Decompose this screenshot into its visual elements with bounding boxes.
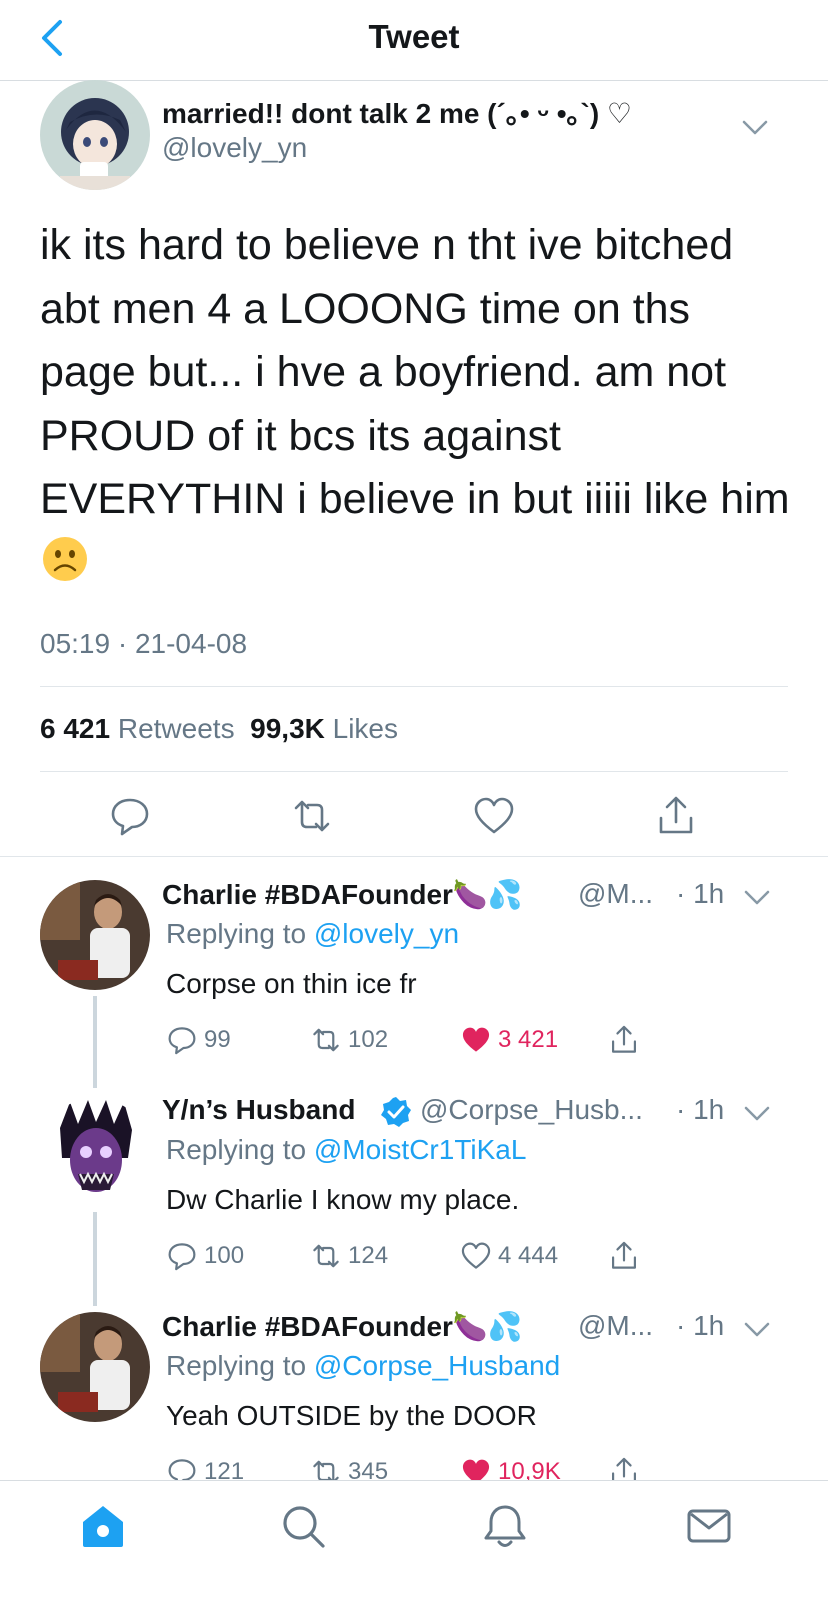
replying-to-link[interactable]: @lovely_yn [314, 918, 459, 949]
tweet-stats: 6 421 Retweets 99,3K Likes [40, 713, 398, 745]
top-bar: Tweet [0, 0, 828, 81]
reply-share-action[interactable] [608, 1024, 646, 1056]
replying-to: Replying to @Corpse_Husband [166, 1350, 560, 1382]
chevron-down-icon[interactable] [744, 890, 770, 906]
reply-retweet-action[interactable]: 102 [310, 1024, 388, 1056]
share-icon [612, 1025, 636, 1053]
like-heart-icon [461, 1242, 491, 1269]
search-icon[interactable] [278, 1501, 328, 1551]
retweets-count[interactable]: 6 421 [40, 713, 110, 744]
thread-line [93, 996, 97, 1088]
reply-time: · 1h [676, 1094, 725, 1125]
reply-icon[interactable] [108, 794, 152, 838]
reply-like-action[interactable]: 3 421 [460, 1024, 558, 1056]
replying-to-link[interactable]: @MoistCr1TiKaL [314, 1134, 527, 1165]
notifications-icon[interactable] [480, 1501, 530, 1551]
share-icon [612, 1241, 636, 1269]
frowning-face-emoji-icon [43, 537, 87, 581]
like-count: 3 421 [498, 1026, 559, 1053]
reply-icon [168, 1027, 196, 1055]
thread-line [93, 1212, 97, 1306]
retweet-icon [313, 1028, 339, 1052]
replying-to: Replying to @lovely_yn [166, 918, 459, 950]
replying-to-link[interactable]: @Corpse_Husband [314, 1350, 560, 1381]
section-divider [0, 856, 828, 857]
reply-display-name[interactable]: Charlie #BDAFounder🍆💦 [162, 878, 523, 911]
chevron-down-icon[interactable] [744, 1322, 770, 1338]
retweet-icon [313, 1244, 339, 1268]
like-count: 4 444 [498, 1242, 559, 1269]
replying-prefix: Replying to [166, 918, 307, 949]
retweet-icon[interactable] [290, 794, 334, 838]
tweet-timestamp: 05:19 · 21-04-08 [40, 628, 248, 659]
tweet-text: ik its hard to believe n tht ive bitched… [40, 221, 790, 523]
reply-time: · 1h [676, 1310, 725, 1341]
author-display-name[interactable]: married!! dont talk 2 me (´｡• ᵕ •｡`) ♡ [162, 92, 632, 132]
replying-prefix: Replying to [166, 1134, 307, 1165]
like-heart-icon[interactable] [472, 794, 516, 838]
author-avatar[interactable] [40, 80, 150, 190]
retweet-count: 102 [348, 1026, 389, 1053]
reply-share-action[interactable] [608, 1240, 646, 1272]
comment-count: 99 [204, 1026, 231, 1053]
verified-badge-icon [381, 1097, 411, 1127]
reply-retweet-action[interactable]: 124 [310, 1240, 388, 1272]
author-handle[interactable]: @lovely_yn [162, 132, 307, 164]
divider [40, 686, 788, 687]
reply-avatar[interactable] [40, 1098, 150, 1208]
likes-count[interactable]: 99,3K [250, 713, 325, 744]
reply-comment-action[interactable]: 100 [166, 1240, 244, 1272]
reply-handle[interactable]: @M... [578, 878, 653, 910]
reply-time: · 1h [676, 878, 725, 909]
reply-text: Corpse on thin ice fr [166, 968, 417, 999]
reply-display-name[interactable]: Y/n’s Husband [162, 1094, 355, 1126]
liked-heart-icon [462, 1027, 490, 1052]
divider [40, 771, 788, 772]
reply-icon [168, 1243, 196, 1271]
likes-label[interactable]: Likes [333, 713, 398, 744]
reply-avatar[interactable] [40, 1312, 150, 1422]
reply-text: Dw Charlie I know my place. [166, 1184, 520, 1215]
home-icon[interactable] [78, 1501, 128, 1551]
reply-avatar[interactable] [40, 880, 150, 990]
chevron-down-icon[interactable] [742, 120, 768, 136]
reply-like-action[interactable]: 4 444 [460, 1240, 558, 1272]
share-icon[interactable] [654, 794, 698, 838]
page-title: Tweet [368, 18, 460, 55]
retweets-label[interactable]: Retweets [118, 713, 235, 744]
reply-handle[interactable]: @M... [578, 1310, 653, 1342]
comment-count: 100 [204, 1242, 245, 1269]
reply-handle[interactable]: @Corpse_Husb... [420, 1094, 643, 1126]
replying-prefix: Replying to [166, 1350, 307, 1381]
reply-text: Yeah OUTSIDE by the DOOR [166, 1400, 537, 1431]
chevron-down-icon[interactable] [744, 1106, 770, 1122]
messages-icon[interactable] [684, 1501, 734, 1551]
bottom-tab-bar [0, 1480, 828, 1613]
replying-to: Replying to @MoistCr1TiKaL [166, 1134, 526, 1166]
reply-comment-action[interactable]: 99 [166, 1024, 231, 1056]
retweet-count: 124 [348, 1242, 389, 1269]
reply-display-name[interactable]: Charlie #BDAFounder🍆💦 [162, 1310, 523, 1343]
